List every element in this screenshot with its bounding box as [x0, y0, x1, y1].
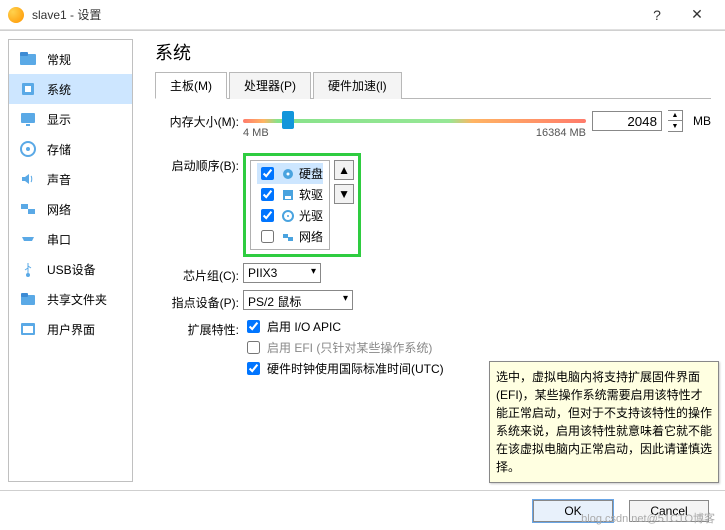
- chk-utc[interactable]: 硬件时钟使用国际标准时间(UTC): [243, 359, 444, 378]
- floppy-icon: [281, 188, 295, 202]
- tab-bar: 主板(M) 处理器(P) 硬件加速(l): [155, 71, 711, 99]
- chipset-select[interactable]: PIIX3: [243, 263, 321, 283]
- app-icon: [8, 7, 24, 23]
- memory-input[interactable]: [592, 111, 662, 131]
- sidebar-item-storage[interactable]: 存储: [9, 134, 132, 164]
- sidebar-item-label: 串口: [47, 231, 71, 248]
- memory-stepper[interactable]: ▲▼: [668, 110, 683, 132]
- memory-slider[interactable]: 4 MB 16384 MB: [243, 109, 586, 133]
- pointing-label: 指点设备(P):: [155, 290, 243, 311]
- boot-order-group: 硬盘 软驱 光驱: [243, 153, 361, 257]
- memory-max: 16384 MB: [536, 127, 586, 139]
- page-title: 系统: [155, 39, 711, 65]
- sidebar: 常规 系统 显示 存储 声音 网络 串口 USB设备: [8, 39, 133, 482]
- sidebar-item-label: USB设备: [47, 261, 96, 278]
- sidebar-item-system[interactable]: 系统: [9, 74, 132, 104]
- chk-efi[interactable]: 启用 EFI (只针对某些操作系统): [243, 338, 444, 357]
- close-button[interactable]: ✕: [677, 0, 717, 30]
- usb-icon: [19, 260, 37, 278]
- sidebar-item-label: 共享文件夹: [47, 291, 107, 308]
- sidebar-item-label: 网络: [47, 201, 71, 218]
- boot-item-label: 网络: [299, 228, 323, 245]
- sidebar-item-label: 存储: [47, 141, 71, 158]
- sidebar-item-sound[interactable]: 声音: [9, 164, 132, 194]
- chip-icon: [19, 80, 37, 98]
- tooltip: 选中，虚拟电脑内将支持扩展固件界面 (EFI)，某些操作系统需要启用该特性才能正…: [489, 361, 719, 483]
- boot-down-button[interactable]: ▼: [334, 184, 354, 204]
- sidebar-item-display[interactable]: 显示: [9, 104, 132, 134]
- boot-check-net[interactable]: [261, 230, 274, 243]
- serial-icon: [19, 230, 37, 248]
- disk-icon: [19, 140, 37, 158]
- boot-item-hdd[interactable]: 硬盘: [257, 163, 323, 184]
- ok-button[interactable]: OK: [533, 500, 613, 522]
- memory-min: 4 MB: [243, 127, 269, 139]
- boot-item-floppy[interactable]: 软驱: [257, 184, 323, 205]
- memory-label: 内存大小(M):: [155, 109, 243, 130]
- boot-item-label: 硬盘: [299, 165, 323, 182]
- chevron-up-icon: ▲: [338, 163, 350, 177]
- sidebar-item-ui[interactable]: 用户界面: [9, 314, 132, 344]
- boot-item-label: 软驱: [299, 186, 323, 203]
- tab-processor[interactable]: 处理器(P): [229, 72, 311, 99]
- boot-item-net[interactable]: 网络: [257, 226, 323, 247]
- button-bar: OK Cancel: [0, 490, 725, 530]
- boot-order-label: 启动顺序(B):: [155, 153, 243, 174]
- sidebar-item-serial[interactable]: 串口: [9, 224, 132, 254]
- network-icon: [19, 200, 37, 218]
- tab-motherboard[interactable]: 主板(M): [155, 72, 227, 99]
- sidebar-item-label: 用户界面: [47, 321, 95, 338]
- monitor-icon: [19, 110, 37, 128]
- optical-icon: [281, 209, 295, 223]
- window-title: slave1 - 设置: [32, 6, 101, 23]
- sidebar-item-label: 显示: [47, 111, 71, 128]
- title-bar: slave1 - 设置 ? ✕: [0, 0, 725, 30]
- ui-icon: [19, 320, 37, 338]
- sidebar-item-label: 系统: [47, 81, 71, 98]
- tab-acceleration[interactable]: 硬件加速(l): [313, 72, 402, 99]
- hdd-icon: [281, 167, 295, 181]
- pointing-select[interactable]: PS/2 鼠标: [243, 290, 353, 310]
- sidebar-item-share[interactable]: 共享文件夹: [9, 284, 132, 314]
- extended-label: 扩展特性:: [155, 317, 243, 338]
- chipset-label: 芯片组(C):: [155, 263, 243, 284]
- boot-up-button[interactable]: ▲: [334, 160, 354, 180]
- boot-item-label: 光驱: [299, 207, 323, 224]
- sidebar-item-label: 常规: [47, 51, 71, 68]
- share-icon: [19, 290, 37, 308]
- sidebar-item-usb[interactable]: USB设备: [9, 254, 132, 284]
- sidebar-item-general[interactable]: 常规: [9, 44, 132, 74]
- help-button[interactable]: ?: [637, 0, 677, 30]
- net-icon: [281, 230, 295, 244]
- memory-unit: MB: [693, 114, 711, 128]
- sidebar-item-label: 声音: [47, 171, 71, 188]
- boot-order-list[interactable]: 硬盘 软驱 光驱: [250, 160, 330, 250]
- boot-check-optical[interactable]: [261, 209, 274, 222]
- boot-check-hdd[interactable]: [261, 167, 274, 180]
- sidebar-item-network[interactable]: 网络: [9, 194, 132, 224]
- speaker-icon: [19, 170, 37, 188]
- cancel-button[interactable]: Cancel: [629, 500, 709, 522]
- boot-check-floppy[interactable]: [261, 188, 274, 201]
- chevron-down-icon: ▼: [338, 187, 350, 201]
- folder-icon: [19, 50, 37, 68]
- boot-item-optical[interactable]: 光驱: [257, 205, 323, 226]
- chk-ioapic[interactable]: 启用 I/O APIC: [243, 317, 444, 336]
